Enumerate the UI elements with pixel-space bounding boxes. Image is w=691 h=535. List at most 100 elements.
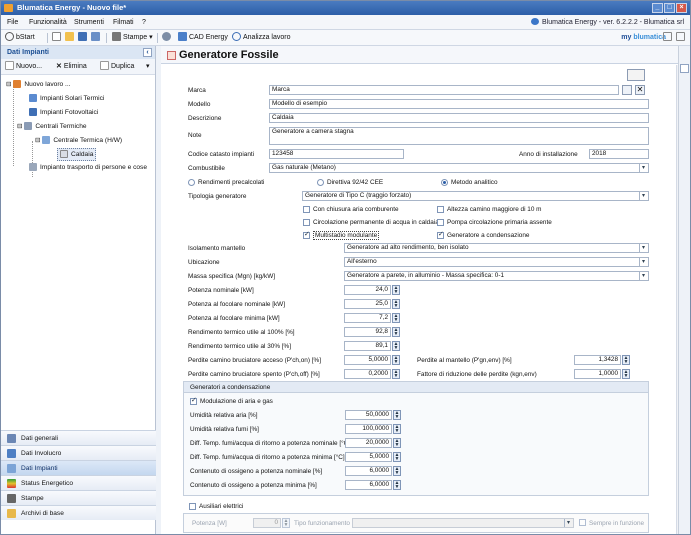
dock-pin-icon[interactable] xyxy=(680,64,689,73)
potenza-spinner[interactable]: ▲ ▼ xyxy=(282,518,290,528)
radio-metodo-analitico[interactable] xyxy=(441,179,448,186)
potenza-field[interactable]: 0 xyxy=(253,518,281,528)
oss-min-field[interactable]: 6,0000 xyxy=(345,480,392,490)
tree-node-caldaia[interactable]: Caldaia xyxy=(57,148,97,161)
browse-icon[interactable] xyxy=(622,85,632,95)
stampe-button[interactable]: Stampe ▾ xyxy=(112,30,153,46)
settings-button[interactable] xyxy=(162,30,173,46)
isolamento-select[interactable]: Generatore ad alto rendimento, ben isola… xyxy=(344,243,649,253)
analizza-button[interactable]: Analizza lavoro xyxy=(232,30,290,46)
nav-stampe[interactable]: Stampe xyxy=(1,490,156,505)
ubicazione-select[interactable]: All'esterno ▾ xyxy=(344,257,649,267)
perd-spe-spinner[interactable]: ▲ ▼ xyxy=(392,369,400,379)
tree-node-solari[interactable]: Impianti Solari Termici xyxy=(29,93,104,104)
load-archive-button[interactable] xyxy=(627,69,645,81)
pot-foc-min-field[interactable]: 7,2 xyxy=(344,313,391,323)
pot-foc-nom-field[interactable]: 25,0 xyxy=(344,299,391,309)
tree-menu-button[interactable]: ▾ xyxy=(146,59,150,75)
ausiliari-group: Potenza [W] 0 ▲ ▼ Tipo funzionamento ▾ Se… xyxy=(183,513,649,533)
menu-file[interactable]: File xyxy=(7,15,18,30)
close-icon[interactable]: × xyxy=(676,3,687,13)
nav-archivi[interactable]: Archivi di base xyxy=(1,505,156,520)
check-ausiliari[interactable] xyxy=(189,503,196,510)
fatt-rid-field[interactable]: 1,0000 xyxy=(574,369,621,379)
marca-field[interactable]: Marca xyxy=(269,85,619,95)
check-altezza-camino[interactable] xyxy=(437,206,444,213)
pot-foc-nom-spinner[interactable]: ▲ ▼ xyxy=(392,299,400,309)
check-condensazione[interactable] xyxy=(437,230,444,239)
pot-foc-min-spinner[interactable]: ▲ ▼ xyxy=(392,313,400,323)
new-file-button[interactable] xyxy=(52,30,63,46)
tree-node-fotovoltaici[interactable]: Impianti Fotovoltaici xyxy=(29,107,98,118)
menu-filmati[interactable]: Filmati xyxy=(113,15,134,30)
rend-30-field[interactable]: 89,1 xyxy=(344,341,391,351)
nav-dati-involucro[interactable]: Dati Involucro xyxy=(1,445,156,460)
menu-strumenti[interactable]: Strumenti xyxy=(74,15,104,30)
myblumatica-logo[interactable]: my blumatica xyxy=(621,30,666,46)
nuovo-button[interactable]: Nuovo... xyxy=(5,59,42,75)
elimina-button[interactable]: ✕ Elimina xyxy=(56,59,87,75)
modello-field[interactable]: Modello di esempio xyxy=(269,99,649,109)
massa-select[interactable]: Generatore a parete, in alluminio - Mass… xyxy=(344,271,649,281)
umid-fumi-spinner[interactable]: ▲ ▼ xyxy=(393,424,401,434)
rend-100-field[interactable]: 92,8 xyxy=(344,327,391,337)
minimize-icon[interactable]: _ xyxy=(652,3,663,13)
nav-status-energetico[interactable]: Status Energetico xyxy=(1,475,156,490)
nav-dati-generali[interactable]: Dati generali xyxy=(1,430,156,445)
rend-30-spinner[interactable]: ▲ ▼ xyxy=(392,341,400,351)
anno-field[interactable]: 2018 xyxy=(589,149,649,159)
menu-help[interactable]: ? xyxy=(142,15,146,30)
perd-mant-field[interactable]: 1,3428 xyxy=(574,355,621,365)
perd-mant-spinner[interactable]: ▲ ▼ xyxy=(622,355,630,365)
layout-button[interactable] xyxy=(676,30,687,46)
duplica-button[interactable]: Duplica xyxy=(100,59,134,75)
cad-energy-button[interactable]: CAD Energy xyxy=(178,30,228,46)
clear-x-icon[interactable]: ✕ xyxy=(635,85,645,95)
rend-100-spinner[interactable]: ▲ ▼ xyxy=(392,327,400,337)
tree-node-centrale[interactable]: ⊟ Centrale Termica (H/W) xyxy=(35,135,122,146)
diff-nom-field[interactable]: 20,0000 xyxy=(345,438,392,448)
check-sempre[interactable] xyxy=(579,519,586,526)
info-button[interactable] xyxy=(663,30,674,46)
check-pompa[interactable] xyxy=(437,219,444,226)
bstart-button[interactable]: bStart xyxy=(5,30,35,46)
save-button[interactable] xyxy=(78,30,89,46)
umid-aria-spinner[interactable]: ▲ ▼ xyxy=(393,410,401,420)
check-modulazione[interactable] xyxy=(190,396,197,405)
oss-nom-spinner[interactable]: ▲ ▼ xyxy=(393,466,401,476)
maximize-icon[interactable]: □ xyxy=(664,3,675,13)
tipologia-select[interactable]: Generatore di Tipo C (traggio forzato) ▾ xyxy=(302,191,649,201)
fatt-rid-spinner[interactable]: ▲ ▼ xyxy=(622,369,630,379)
tipo-funz-select[interactable]: ▾ xyxy=(352,518,574,528)
radio-direttiva[interactable] xyxy=(317,179,324,186)
pot-nom-field[interactable]: 24,0 xyxy=(344,285,391,295)
check-circolazione[interactable] xyxy=(303,219,310,226)
diff-nom-spinner[interactable]: ▲ ▼ xyxy=(393,438,401,448)
umid-aria-field[interactable]: 50,0000 xyxy=(345,410,392,420)
open-button[interactable] xyxy=(65,30,76,46)
tree-node-root[interactable]: ⊟ Nuovo lavoro ... xyxy=(6,79,71,90)
catasto-field[interactable]: 123458 xyxy=(269,149,404,159)
collapse-panel-button[interactable]: ‹ xyxy=(143,48,152,57)
radio-precalcolati[interactable] xyxy=(188,179,195,186)
oss-nom-field[interactable]: 6,0000 xyxy=(345,466,392,476)
perd-acc-field[interactable]: 5,0000 xyxy=(344,355,391,365)
nav-dati-impianti[interactable]: Dati Impianti xyxy=(1,460,156,475)
pot-nom-spinner[interactable]: ▲ ▼ xyxy=(392,285,400,295)
diff-min-field[interactable]: 5,0000 xyxy=(345,452,392,462)
combustibile-select[interactable]: Gas naturale (Metano) ▾ xyxy=(269,163,649,173)
note-field[interactable]: Generatore a camera stagna xyxy=(269,127,649,145)
umid-fumi-field[interactable]: 100,0000 xyxy=(345,424,392,434)
menu-funzionalita[interactable]: Funzionalità xyxy=(29,15,67,30)
perd-spe-field[interactable]: 0,2000 xyxy=(344,369,391,379)
diff-min-spinner[interactable]: ▲ ▼ xyxy=(393,452,401,462)
save-as-button[interactable] xyxy=(91,30,102,46)
check-pompa-label: Pompa circolazione primaria assente xyxy=(447,219,552,226)
tree-node-trasporto[interactable]: Impianto trasporto di persone e cose xyxy=(29,162,147,173)
tree-node-centrali[interactable]: ⊟ Centrali Termiche xyxy=(17,121,87,132)
perd-acc-spinner[interactable]: ▲ ▼ xyxy=(392,355,400,365)
oss-min-spinner[interactable]: ▲ ▼ xyxy=(393,480,401,490)
check-aria-comburente[interactable] xyxy=(303,206,310,213)
check-multistadio[interactable] xyxy=(303,230,310,239)
descrizione-field[interactable]: Caldaia xyxy=(269,113,649,123)
